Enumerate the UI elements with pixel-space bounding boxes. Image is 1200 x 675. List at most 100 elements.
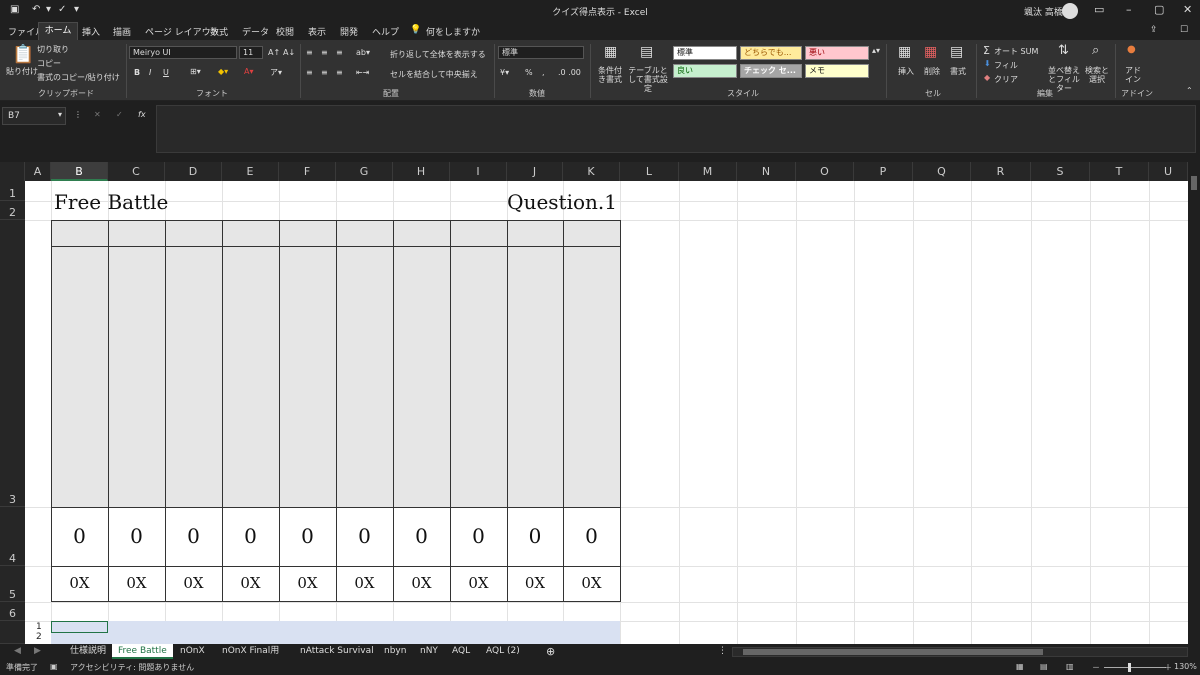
next-sheet-icon[interactable]: ▶ xyxy=(28,644,47,659)
style-note[interactable]: メモ xyxy=(805,64,869,78)
cancel-icon[interactable]: ✕ xyxy=(94,110,101,119)
comments-icon[interactable]: ☐ xyxy=(1180,25,1188,35)
sheet-tab[interactable]: nOnX xyxy=(174,644,211,659)
minimize-icon[interactable]: – xyxy=(1126,3,1132,16)
align-bottom-icon[interactable]: ≡ xyxy=(336,48,343,57)
tab-review[interactable]: 校閲 xyxy=(276,25,294,38)
grow-font-icon[interactable]: A↑ xyxy=(268,48,280,57)
select-all-corner[interactable] xyxy=(0,162,25,181)
style-check-cell[interactable]: チェック セ... xyxy=(740,64,802,78)
italic-button[interactable]: I xyxy=(149,68,151,77)
tab-developer[interactable]: 開発 xyxy=(340,25,358,38)
find-select-button[interactable]: 検索と選択 xyxy=(1084,66,1110,84)
orientation-icon[interactable]: ab▾ xyxy=(356,48,370,57)
column-header-n[interactable]: N xyxy=(737,162,796,181)
column-header-e[interactable]: E xyxy=(222,162,279,181)
column-header-h[interactable]: H xyxy=(393,162,450,181)
share-icon[interactable]: ⇪ xyxy=(1150,25,1158,35)
border-icon[interactable]: ⊞▾ xyxy=(190,67,201,76)
style-good[interactable]: 良い xyxy=(673,64,737,78)
find-select-icon[interactable]: ⌕ xyxy=(1092,43,1099,58)
account-name[interactable]: 颯汰 高橋 xyxy=(1024,5,1063,18)
sheet-tab[interactable]: AQL xyxy=(446,644,476,659)
paste-button[interactable]: 貼り付け xyxy=(6,66,38,77)
phonetic-icon[interactable]: ア▾ xyxy=(270,67,282,78)
tab-home[interactable]: ホーム xyxy=(38,22,78,40)
normal-view-icon[interactable]: ▦ xyxy=(1016,662,1024,671)
name-box[interactable]: B7 xyxy=(2,107,66,125)
column-header-i[interactable]: I xyxy=(450,162,507,181)
align-left-icon[interactable]: ≡ xyxy=(306,68,313,77)
collapse-ribbon-icon[interactable]: ⌃ xyxy=(1186,86,1193,95)
underline-button[interactable]: U xyxy=(163,68,169,77)
tab-page-layout[interactable]: ページ レイアウト xyxy=(145,25,220,38)
zoom-level[interactable]: 130% xyxy=(1174,662,1197,671)
column-header-m[interactable]: M xyxy=(679,162,737,181)
format-as-table-button[interactable]: テーブルとして書式設定 xyxy=(628,66,668,93)
number-format-select[interactable]: 標準 xyxy=(498,46,584,59)
prev-sheet-icon[interactable]: ◀ xyxy=(8,644,27,659)
column-header-l[interactable]: L xyxy=(620,162,679,181)
column-header-c[interactable]: C xyxy=(108,162,165,181)
format-cells-icon[interactable]: ▤ xyxy=(950,44,963,60)
tab-data[interactable]: データ xyxy=(242,25,269,38)
avatar[interactable] xyxy=(1062,3,1078,19)
copy-button[interactable]: コピー xyxy=(37,58,61,69)
row-header-6[interactable]: 6 xyxy=(0,602,25,621)
font-size-select[interactable]: 11 xyxy=(239,46,263,59)
row-header-5[interactable]: 5 xyxy=(0,566,25,602)
align-top-icon[interactable]: ≡ xyxy=(306,48,313,57)
worksheet[interactable]: ABCDEFGHIJKLMNOPQRSTU123456 Free Battle … xyxy=(0,162,1188,644)
page-layout-view-icon[interactable]: ▤ xyxy=(1040,662,1048,671)
zoom-slider-thumb[interactable] xyxy=(1128,663,1131,672)
styles-scroll-icon[interactable]: ▴▾ xyxy=(872,46,880,55)
active-cell-b7[interactable] xyxy=(51,621,108,633)
column-header-b[interactable]: B xyxy=(51,162,108,181)
addins-icon[interactable]: ● xyxy=(1127,44,1136,55)
maximize-icon[interactable]: ▢ xyxy=(1154,3,1164,16)
style-neutral[interactable]: どちらでも... xyxy=(740,46,802,60)
format-painter-button[interactable]: 書式のコピー/貼り付け xyxy=(37,72,120,83)
insert-cells-icon[interactable]: ▦ xyxy=(898,44,911,60)
align-center-icon[interactable]: ≡ xyxy=(321,68,328,77)
column-header-j[interactable]: J xyxy=(507,162,563,181)
vertical-scroll-thumb[interactable] xyxy=(1191,176,1197,190)
tab-help[interactable]: ヘルプ xyxy=(372,25,399,38)
insert-cells-button[interactable]: 挿入 xyxy=(898,66,914,77)
cut-button[interactable]: 切り取り xyxy=(37,44,69,55)
merge-center-button[interactable]: セルを結合して中央揃え xyxy=(390,69,478,80)
tab-insert[interactable]: 挿入 xyxy=(82,25,100,38)
tell-me-search[interactable]: 何をしますか xyxy=(426,25,480,38)
row-header-4[interactable]: 4 xyxy=(0,507,25,566)
column-header-o[interactable]: O xyxy=(796,162,854,181)
sheet-tab[interactable]: 仕様説明 xyxy=(64,644,112,659)
autosum-button[interactable]: オート SUM xyxy=(994,46,1038,57)
format-as-table-icon[interactable]: ▤ xyxy=(640,44,653,60)
delete-cells-icon[interactable]: ▦ xyxy=(924,44,937,60)
conditional-format-icon[interactable]: ▦ xyxy=(604,44,617,60)
fill-color-icon[interactable]: ◆▾ xyxy=(218,67,228,76)
fill-icon[interactable]: ⬇ xyxy=(984,59,991,68)
column-header-r[interactable]: R xyxy=(971,162,1031,181)
column-header-p[interactable]: P xyxy=(854,162,913,181)
column-header-f[interactable]: F xyxy=(279,162,336,181)
align-middle-icon[interactable]: ≡ xyxy=(321,48,328,57)
column-header-t[interactable]: T xyxy=(1090,162,1149,181)
sheet-tab[interactable]: nAttack Survival xyxy=(294,644,380,659)
font-name-select[interactable]: Meiryo UI xyxy=(129,46,237,59)
sheet-tab[interactable]: nbyn xyxy=(378,644,412,659)
accessibility-status[interactable]: アクセシビリティ: 問題ありません xyxy=(70,662,194,673)
sheet-tab-active[interactable]: Free Battle xyxy=(112,644,173,659)
paste-icon[interactable]: 📋 xyxy=(12,44,34,65)
conditional-format-button[interactable]: 条件付き書式 xyxy=(596,66,624,84)
shrink-font-icon[interactable]: A↓ xyxy=(283,48,295,57)
horizontal-scroll-thumb[interactable] xyxy=(743,649,1043,655)
clear-icon[interactable]: ◆ xyxy=(984,73,990,82)
column-header-a[interactable]: A xyxy=(25,162,51,181)
sheet-tab[interactable]: nNY xyxy=(414,644,444,659)
insert-function-button[interactable]: fx xyxy=(138,110,146,119)
indent-icons[interactable]: ⇤⇥ xyxy=(356,68,369,77)
column-header-u[interactable]: U xyxy=(1149,162,1188,181)
row-header-1[interactable]: 1 xyxy=(0,181,25,201)
sheet-tab[interactable]: AQL (2) xyxy=(480,644,526,659)
